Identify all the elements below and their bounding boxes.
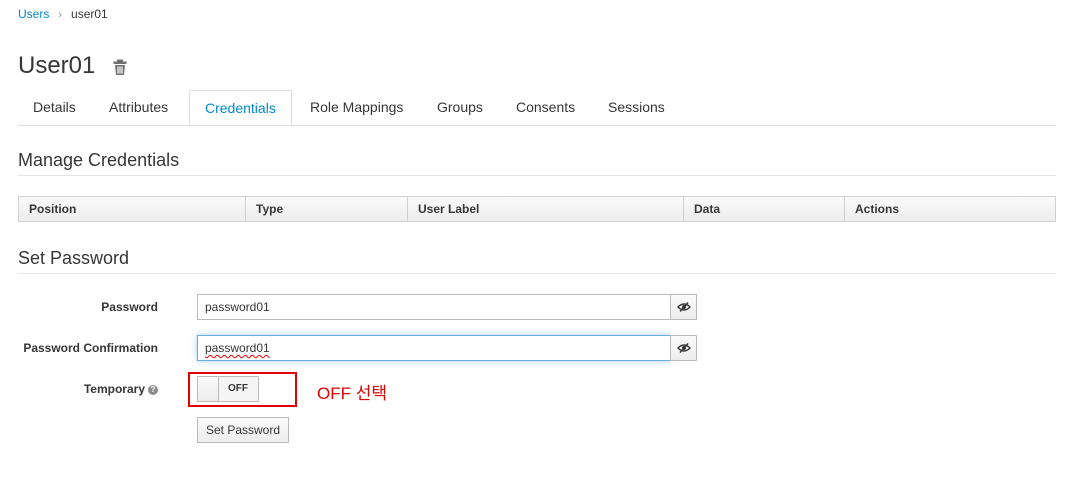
section-divider: [18, 175, 1056, 176]
trash-icon[interactable]: [111, 58, 129, 76]
column-header-type[interactable]: Type: [245, 197, 407, 221]
page-title: User01: [18, 52, 96, 79]
column-header-position[interactable]: Position: [19, 197, 245, 221]
column-header-data[interactable]: Data: [683, 197, 844, 221]
set-password-heading: Set Password: [18, 248, 130, 268]
toggle-password-visibility-button[interactable]: [670, 294, 697, 320]
tab-attributes[interactable]: Attributes: [94, 90, 183, 124]
set-password-button[interactable]: Set Password: [197, 417, 289, 443]
breadcrumb-users-link[interactable]: Users: [18, 7, 49, 21]
section-divider: [18, 273, 1056, 274]
temporary-label-container: Temporary?: [0, 382, 158, 396]
breadcrumb-current: user01: [71, 7, 108, 21]
password-confirmation-label: Password Confirmation: [23, 341, 158, 355]
tab-role-mappings[interactable]: Role Mappings: [295, 90, 418, 124]
password-input[interactable]: password01: [197, 294, 671, 320]
eye-slash-icon: [676, 302, 691, 312]
column-header-user-label[interactable]: User Label: [407, 197, 683, 221]
annotation-text: OFF 선택: [317, 384, 387, 403]
tab-credentials[interactable]: Credentials: [189, 90, 292, 125]
eye-slash-icon: [676, 343, 691, 353]
tab-details[interactable]: Details: [18, 90, 91, 124]
temporary-toggle[interactable]: OFF: [197, 376, 259, 402]
credentials-table-header: Position Type User Label Data Actions: [18, 196, 1056, 222]
password-confirmation-value: password01: [205, 341, 270, 355]
tab-groups[interactable]: Groups: [422, 90, 498, 124]
breadcrumb-separator: ›: [58, 9, 63, 21]
password-confirmation-input[interactable]: password01: [197, 335, 671, 361]
toggle-handle[interactable]: [198, 377, 219, 401]
help-icon[interactable]: ?: [148, 384, 158, 395]
tab-sessions[interactable]: Sessions: [593, 90, 680, 124]
manage-credentials-heading: Manage Credentials: [18, 150, 180, 170]
tab-consents[interactable]: Consents: [501, 90, 590, 124]
tab-bar: Details Attributes Credentials Role Mapp…: [18, 90, 1056, 126]
toggle-state-text: OFF: [228, 383, 248, 394]
temporary-label: Temporary: [83, 382, 145, 396]
toggle-confirmation-visibility-button[interactable]: [670, 335, 697, 361]
password-label: Password: [101, 300, 158, 314]
breadcrumb: Users › user01: [18, 7, 108, 21]
column-header-actions[interactable]: Actions: [844, 197, 1055, 221]
